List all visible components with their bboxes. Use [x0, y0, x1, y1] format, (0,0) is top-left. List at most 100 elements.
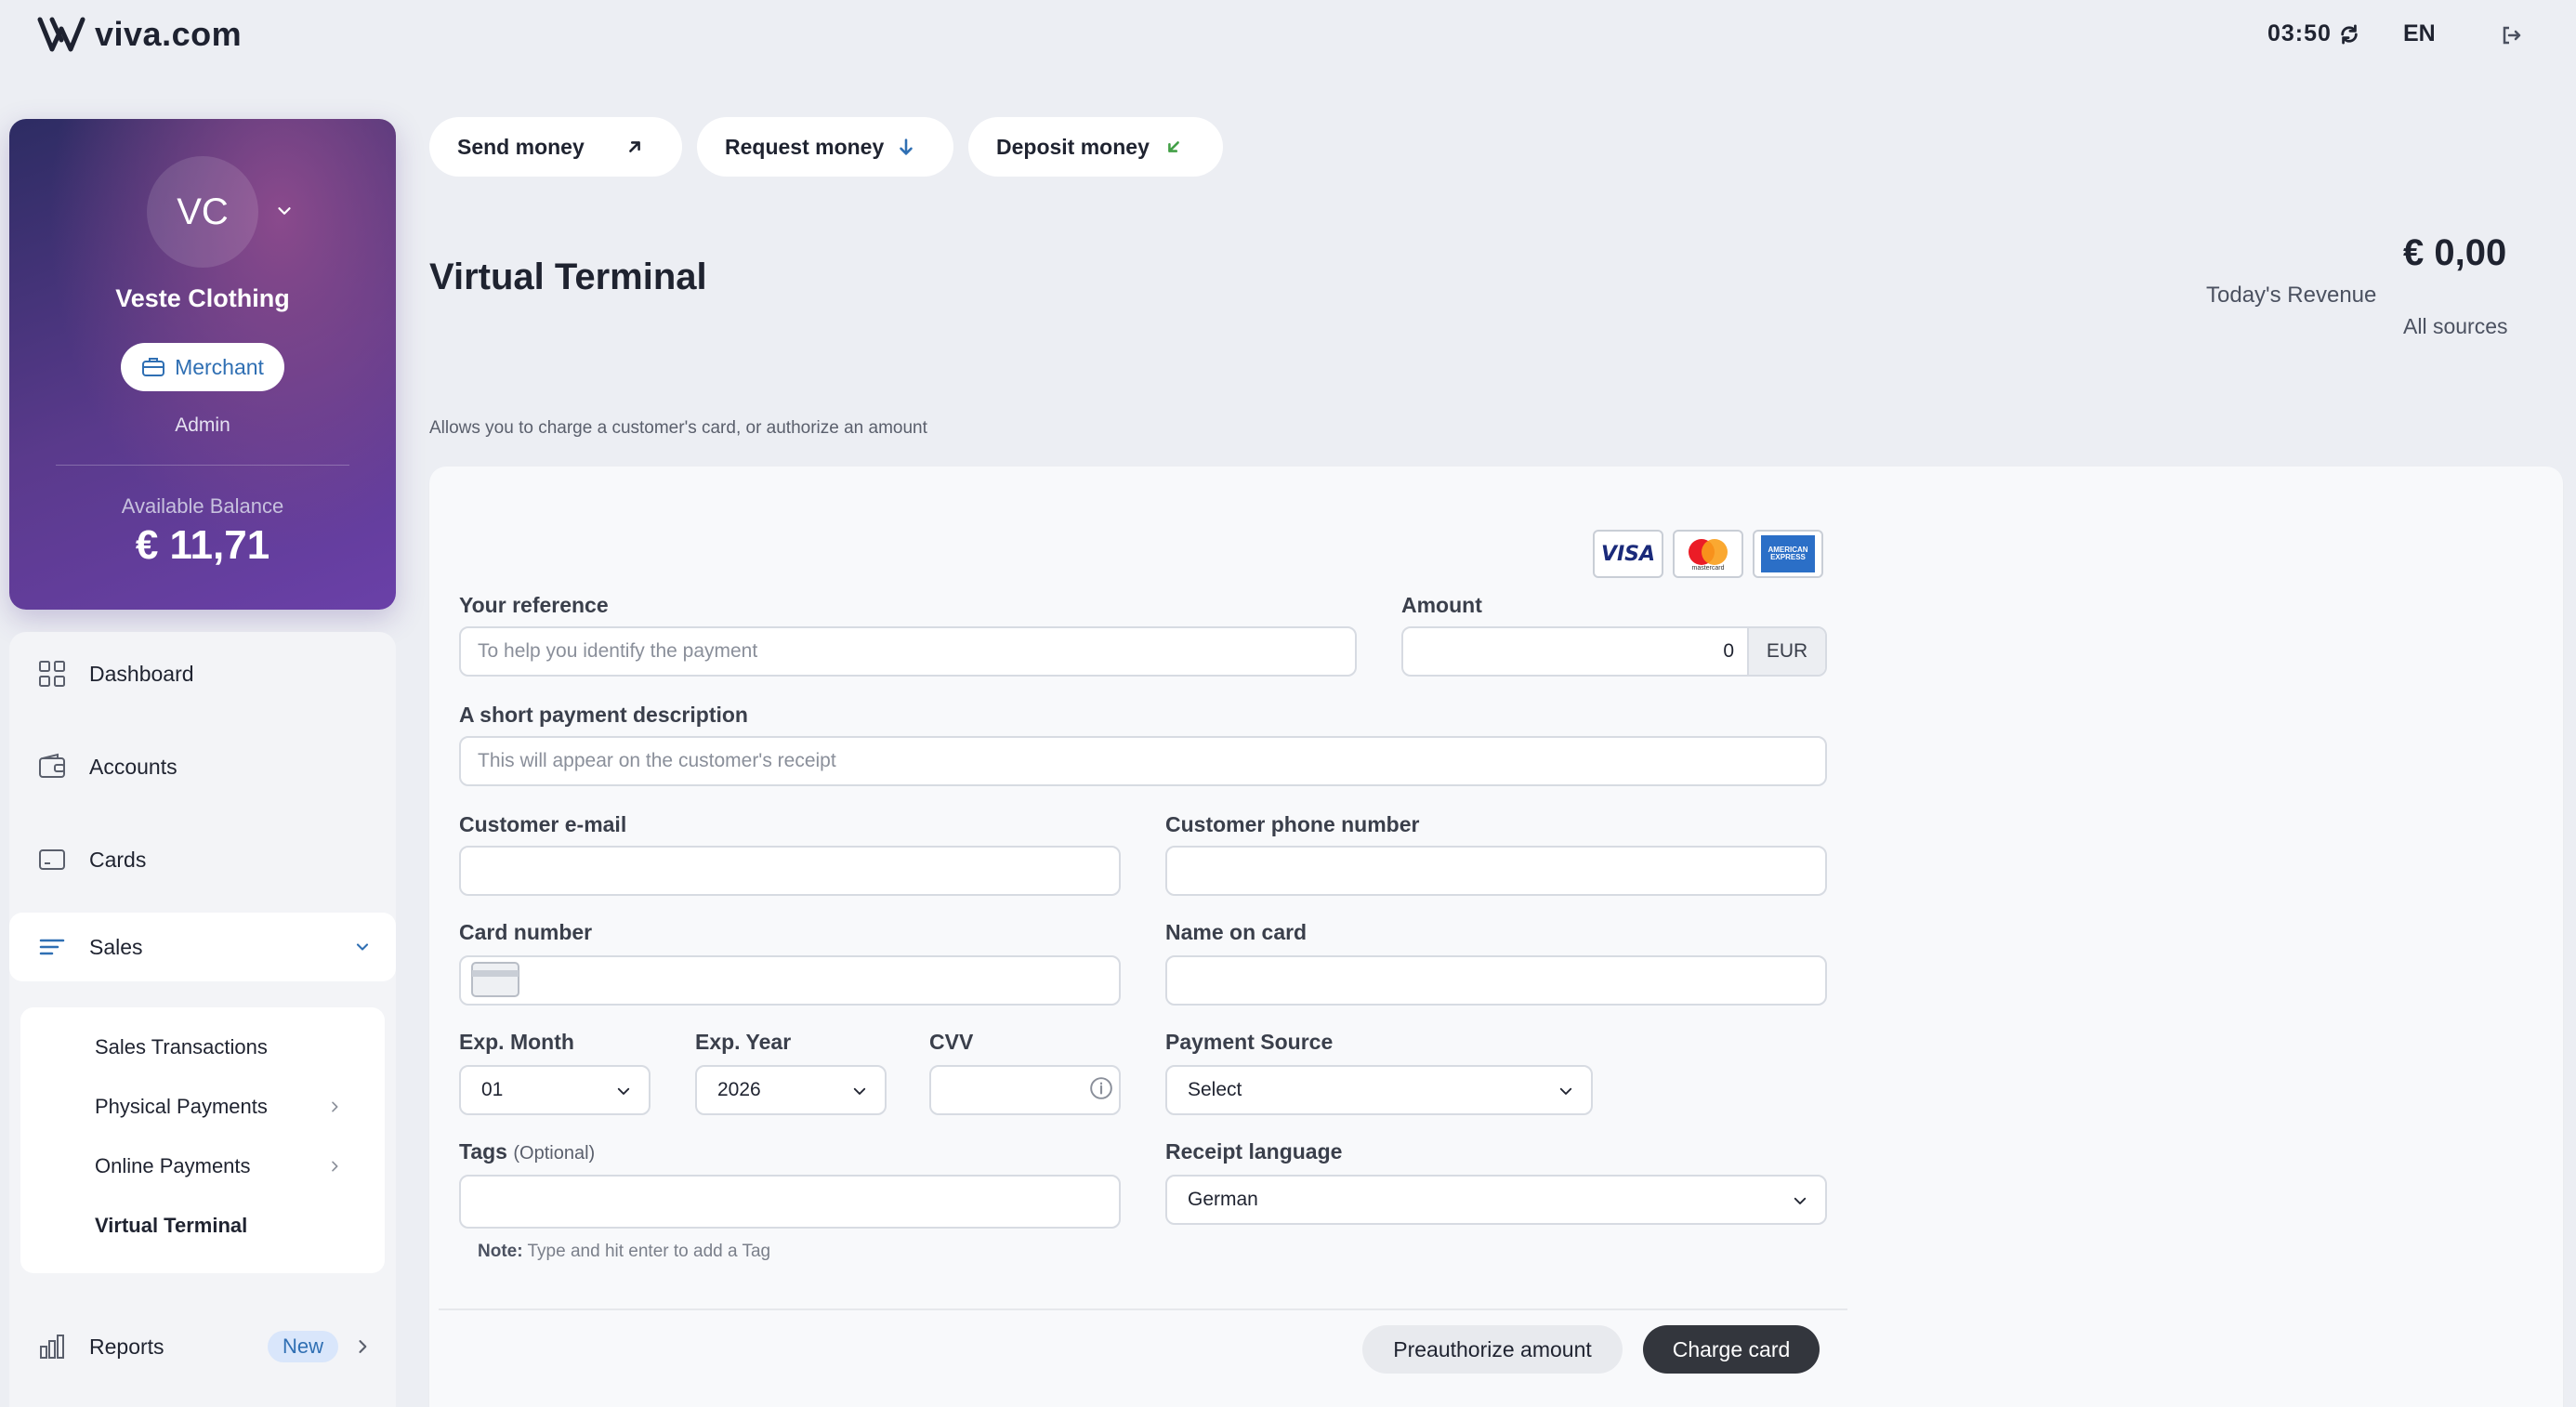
- payment-source-value: Select: [1188, 1079, 1242, 1100]
- balance-value: € 11,71: [135, 522, 270, 568]
- sidebar-item-reports[interactable]: Reports New: [9, 1312, 396, 1381]
- amount-currency: EUR: [1747, 628, 1825, 675]
- receipt-language-select[interactable]: German: [1165, 1175, 1827, 1225]
- refresh-icon: [2341, 23, 2358, 45]
- card-number-input[interactable]: [459, 955, 1121, 1006]
- reference-label: Your reference: [459, 593, 609, 617]
- sidebar-subitem-online-payments[interactable]: Online Payments: [20, 1137, 385, 1195]
- info-icon[interactable]: [1089, 1076, 1113, 1100]
- subitem-label: Physical Payments: [95, 1095, 268, 1118]
- language-switcher[interactable]: EN: [2403, 20, 2436, 47]
- chevron-right-icon: [332, 1161, 338, 1172]
- balance-label: Available Balance: [121, 494, 284, 518]
- description-input[interactable]: [459, 736, 1827, 786]
- chevron-down-icon: [617, 1087, 630, 1095]
- arrow-down-left-icon: [1168, 141, 1179, 152]
- payment-source-select[interactable]: Select: [1165, 1065, 1593, 1115]
- arrow-up-right-icon: [629, 141, 640, 152]
- exp-year-value: 2026: [717, 1079, 761, 1100]
- logout-icon[interactable]: [2500, 24, 2522, 46]
- chevron-down-icon: [1794, 1197, 1807, 1204]
- amex-logo-icon: AMERICAN EXPRESS: [1753, 530, 1823, 578]
- note-label: Note:: [478, 1242, 523, 1261]
- description-label: A short payment description: [459, 703, 748, 727]
- sidebar-subitem-sales-transactions[interactable]: Sales Transactions: [20, 1019, 385, 1076]
- amount-label: Amount: [1401, 593, 1482, 617]
- chevron-down-icon: [356, 943, 369, 951]
- profile-divider: [56, 465, 349, 466]
- payment-source-label: Payment Source: [1165, 1030, 1334, 1054]
- sidebar-item-accounts[interactable]: Accounts: [9, 732, 396, 801]
- visa-logo-text: VISA: [1600, 542, 1656, 566]
- arrow-down-icon: [900, 138, 913, 155]
- session-clock[interactable]: 03:50: [2267, 20, 2359, 47]
- request-money-button[interactable]: Request money: [697, 117, 953, 177]
- subitem-label: Sales Transactions: [95, 1035, 268, 1059]
- sidebar-item-sales[interactable]: Sales: [9, 913, 396, 981]
- sidebar-subitem-virtual-terminal[interactable]: Virtual Terminal: [20, 1197, 385, 1255]
- exp-year-label: Exp. Year: [695, 1030, 792, 1054]
- exp-month-label: Exp. Month: [459, 1030, 574, 1054]
- new-badge: New: [268, 1331, 339, 1362]
- send-money-button[interactable]: Send money: [429, 117, 682, 177]
- tags-optional-text: (Optional): [513, 1143, 596, 1164]
- reference-input[interactable]: [459, 626, 1357, 677]
- phone-label: Customer phone number: [1165, 812, 1420, 836]
- chevron-down-icon: [853, 1087, 866, 1095]
- page-title: Virtual Terminal: [429, 256, 707, 297]
- exp-month-value: 01: [481, 1079, 504, 1100]
- chevron-right-icon: [359, 1340, 367, 1353]
- deposit-money-button[interactable]: Deposit money: [968, 117, 1223, 177]
- mastercard-circles: [1689, 538, 1728, 565]
- sales-submenu: Sales Transactions Physical Payments Onl…: [20, 1007, 385, 1273]
- top-bar: viva.com 03:50 EN: [0, 0, 2576, 71]
- page-description: Allows you to charge a customer's card, …: [429, 418, 927, 438]
- merchant-badge[interactable]: Merchant: [121, 343, 284, 391]
- cvv-label: CVV: [929, 1030, 974, 1054]
- subitem-label: Online Payments: [95, 1154, 251, 1177]
- grid-icon: [39, 661, 65, 687]
- tags-label-text: Tags: [459, 1139, 507, 1164]
- card-number-label: Card number: [459, 920, 593, 944]
- sidebar-item-label: Cards: [89, 847, 147, 872]
- wallet-icon: [39, 753, 65, 778]
- exp-month-select[interactable]: 01: [459, 1065, 651, 1115]
- sidebar-item-label: Dashboard: [89, 661, 194, 686]
- sidebar-subitem-physical-payments[interactable]: Physical Payments: [20, 1078, 385, 1136]
- sidebar-item-cards[interactable]: Cards: [9, 825, 396, 894]
- charge-card-button[interactable]: Charge card: [1643, 1325, 1820, 1374]
- card-icon: [39, 849, 65, 870]
- deposit-money-label: Deposit money: [996, 134, 1150, 159]
- revenue-source-selector[interactable]: All sources: [2403, 314, 2507, 339]
- amount-input[interactable]: 0: [1403, 628, 1749, 675]
- preauthorize-button[interactable]: Preauthorize amount: [1362, 1325, 1623, 1374]
- name-on-card-input[interactable]: [1165, 955, 1827, 1006]
- tags-label: Tags (Optional): [459, 1139, 595, 1164]
- viva-logo-icon: [37, 17, 85, 52]
- exp-year-select[interactable]: 2026: [695, 1065, 887, 1115]
- chevron-down-icon[interactable]: [274, 201, 295, 221]
- avatar-initials: VC: [177, 191, 229, 232]
- tags-input[interactable]: [459, 1175, 1121, 1229]
- list-icon: [39, 939, 65, 955]
- bar-chart-icon: [40, 1335, 64, 1359]
- briefcase-icon: [142, 358, 165, 376]
- avatar[interactable]: VC: [147, 156, 258, 268]
- viva-logo[interactable]: viva.com: [37, 15, 242, 54]
- virtual-terminal-form: [429, 467, 2563, 1407]
- sidebar-item-label: Sales: [89, 934, 143, 959]
- todays-revenue-label: Today's Revenue: [2206, 283, 2377, 308]
- merchant-badge-label: Merchant: [175, 354, 264, 379]
- email-field[interactable]: [459, 846, 1121, 896]
- organization-name: Veste Clothing: [115, 284, 290, 312]
- todays-revenue-value: € 0,00: [2403, 232, 2507, 273]
- sidebar-item-dashboard[interactable]: Dashboard: [9, 639, 396, 708]
- accepted-cards: VISA mastercard AMERICAN EXPRESS: [1593, 530, 1823, 578]
- logo-text: viva.com: [95, 15, 243, 53]
- note-text: Type and hit enter to add a Tag: [527, 1242, 771, 1261]
- send-money-label: Send money: [457, 134, 585, 159]
- amount-field[interactable]: 0 EUR: [1401, 626, 1827, 677]
- phone-field[interactable]: [1165, 846, 1827, 896]
- mastercard-logo-icon: mastercard: [1673, 530, 1743, 578]
- chevron-right-icon: [332, 1101, 338, 1112]
